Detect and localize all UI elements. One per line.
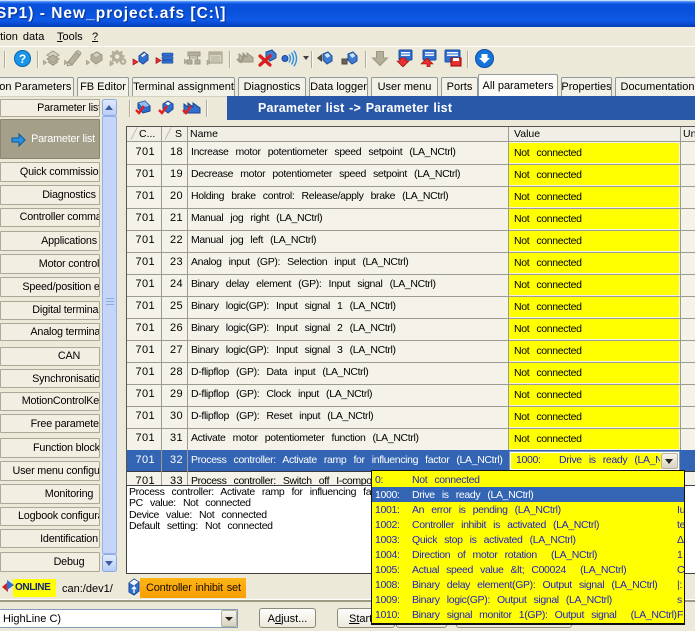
svg-text:?: ? [19, 52, 26, 66]
